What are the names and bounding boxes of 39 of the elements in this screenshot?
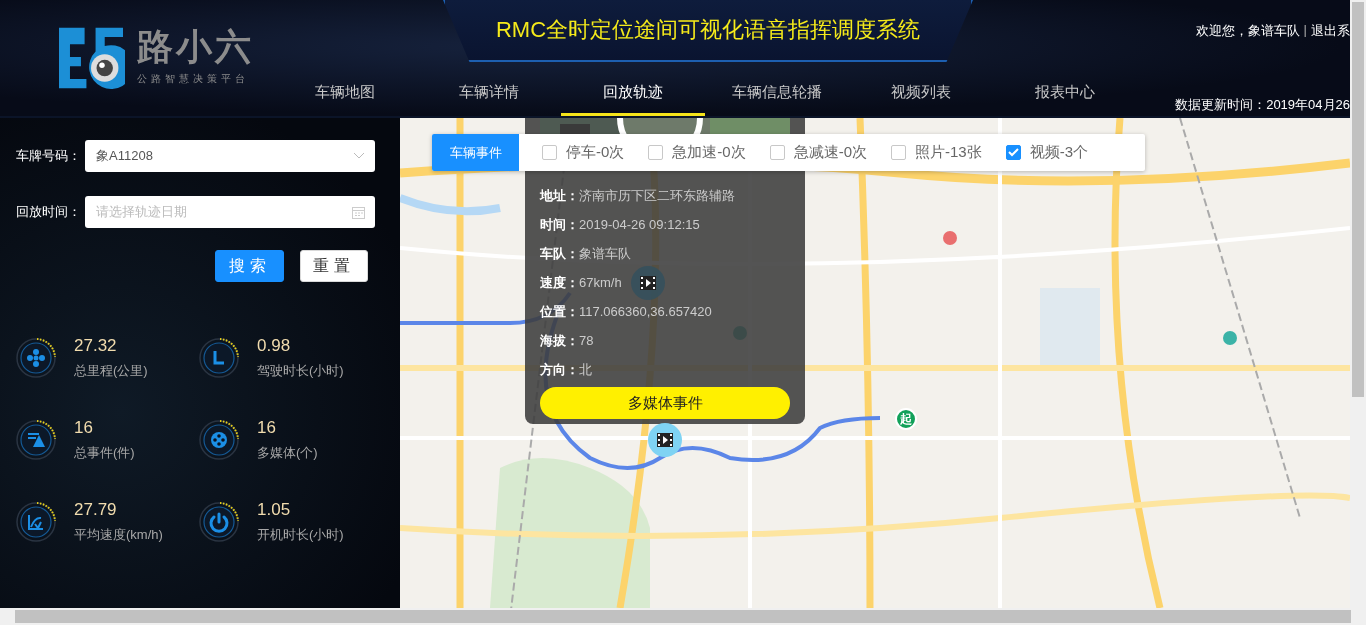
clock-icon: [199, 338, 239, 378]
nav-tab[interactable]: 车辆信息轮播: [705, 72, 849, 116]
power-icon: [199, 502, 239, 542]
vertical-scrollbar[interactable]: [1350, 0, 1366, 608]
chevron-icon: [353, 152, 365, 160]
nav-tab[interactable]: 视频列表: [849, 72, 993, 116]
nav-tab[interactable]: 车辆详情: [417, 72, 561, 116]
stat-value: 27.32: [74, 336, 118, 356]
field-label: 车牌号码：: [16, 147, 82, 165]
speed-chart-icon: [16, 502, 56, 542]
stat-value: 27.79: [74, 500, 118, 520]
logo-icon: [57, 26, 125, 90]
stat-value: 16: [74, 418, 94, 438]
dots-icon: [16, 338, 56, 378]
stat-label: 总事件(件): [74, 444, 135, 462]
stat-value: 1.05: [257, 500, 292, 520]
stat-label: 总里程(公里): [74, 362, 148, 380]
update-time: 数据更新时间：2019年04月26: [1175, 96, 1350, 114]
plate-select[interactable]: 象A11208: [85, 140, 375, 172]
field-label: 回放时间：: [16, 203, 82, 221]
film-reel-icon: [199, 420, 239, 460]
stat-value: 16: [257, 418, 277, 438]
logo-slogan: 公路智慧决策平台: [137, 72, 250, 86]
system-title: RMC全时定位途间可视化语音指挥调度系统: [495, 16, 921, 44]
logo-name: 路小六: [137, 26, 254, 68]
welcome-text: 欢迎您，象谱车队: [1195, 22, 1300, 40]
separator: |: [1303, 22, 1307, 39]
stat-label: 多媒体(个): [257, 444, 318, 462]
stat-label: 平均速度(km/h): [74, 526, 163, 544]
horizontal-scrollbar[interactable]: [0, 608, 1366, 625]
calendar-icon: [352, 205, 365, 219]
stat-value: 0.98: [257, 336, 292, 356]
nav-tab[interactable]: 车辆地图: [273, 72, 417, 116]
reset-button[interactable]: 重置: [300, 250, 368, 282]
stat-label: 驾驶时长(小时): [257, 362, 344, 380]
nav-tab[interactable]: 报表中心: [993, 72, 1137, 116]
logout-link[interactable]: 退出系: [1311, 22, 1350, 40]
stat-label: 开机时长(小时): [257, 526, 344, 544]
warning-icon: [16, 420, 56, 460]
